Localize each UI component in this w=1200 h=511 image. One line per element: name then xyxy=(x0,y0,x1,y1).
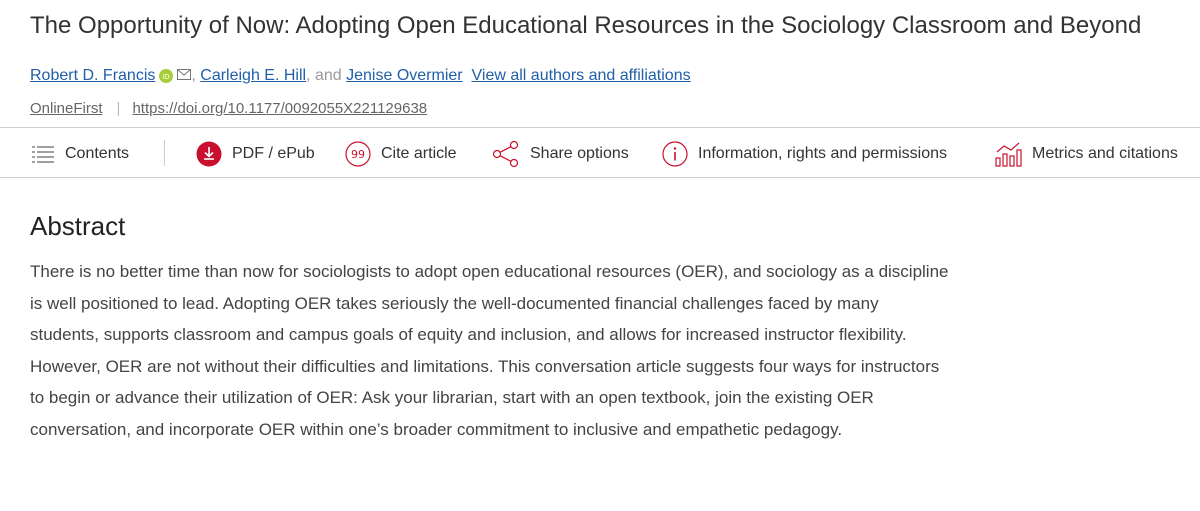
author-list: Robert D. Francis iD , Carleigh E. Hill … xyxy=(30,65,1170,87)
share-options-button[interactable]: Share options xyxy=(492,128,629,179)
cite-article-button[interactable]: 99 Cite article xyxy=(345,128,457,179)
article-header: The Opportunity of Now: Adopting Open Ed… xyxy=(0,0,1200,120)
abstract-section: Abstract There is no better time than no… xyxy=(30,210,950,445)
author-link-3[interactable]: Jenise Overmier xyxy=(346,65,462,87)
quote-icon: 99 xyxy=(345,140,371,167)
contents-button[interactable]: Contents xyxy=(31,128,129,179)
info-icon xyxy=(662,140,688,167)
download-icon xyxy=(196,141,222,167)
svg-text:iD: iD xyxy=(163,73,170,81)
article-title: The Opportunity of Now: Adopting Open Ed… xyxy=(30,12,1142,39)
information-rights-button[interactable]: Information, rights and permissions xyxy=(662,128,947,179)
author-link-2[interactable]: Carleigh E. Hill xyxy=(200,65,306,87)
pdf-epub-label: PDF / ePub xyxy=(232,144,315,162)
abstract-text: There is no better time than now for soc… xyxy=(30,262,949,439)
author-separator: , xyxy=(191,67,201,84)
toolbar-divider xyxy=(164,140,165,166)
information-rights-label: Information, rights and permissions xyxy=(698,144,947,162)
orcid-icon[interactable]: iD xyxy=(159,69,174,83)
article-toolbar: Contents PDF / ePub 99 Cite article Shar… xyxy=(0,127,1200,178)
mail-icon[interactable] xyxy=(177,65,192,87)
pubinfo-divider: | xyxy=(116,100,121,117)
bar-chart-icon xyxy=(994,140,1022,168)
metrics-citations-label: Metrics and citations xyxy=(1032,144,1178,162)
doi-link[interactable]: https://doi.org/10.1177/0092055X22112963… xyxy=(132,100,427,117)
publication-info: OnlineFirst | https://doi.org/10.1177/0092… xyxy=(30,98,1170,120)
cite-article-label: Cite article xyxy=(381,144,457,162)
author-link-1[interactable]: Robert D. Francis xyxy=(30,65,155,87)
author-conjunction: and xyxy=(314,67,342,84)
list-icon xyxy=(31,144,55,164)
svg-text:99: 99 xyxy=(351,148,365,161)
metrics-citations-button[interactable]: Metrics and citations xyxy=(994,128,1178,179)
publication-status: OnlineFirst xyxy=(30,100,103,117)
contents-label: Contents xyxy=(65,144,130,162)
view-all-authors-link[interactable]: View all authors and affiliations xyxy=(472,65,691,87)
share-icon xyxy=(492,140,520,168)
pdf-epub-button[interactable]: PDF / ePub xyxy=(196,128,315,179)
author-separator: , xyxy=(306,67,315,84)
share-options-label: Share options xyxy=(530,144,629,162)
abstract-heading: Abstract xyxy=(30,211,126,241)
